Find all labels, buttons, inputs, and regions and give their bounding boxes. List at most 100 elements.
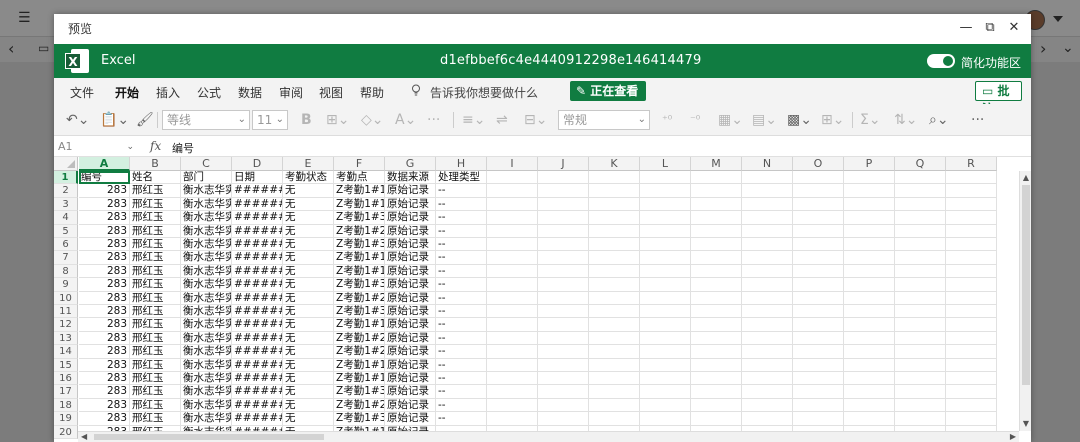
cell[interactable]: Z考勤1#3F <box>334 238 385 252</box>
cell[interactable]: 数据来源 <box>385 171 436 185</box>
cell[interactable] <box>793 171 844 185</box>
cell[interactable] <box>895 398 946 413</box>
formula-input[interactable]: 编号 <box>172 140 194 156</box>
cell[interactable]: Z考勤1#2F <box>334 345 385 359</box>
cell[interactable]: 原始记录 <box>385 412 436 426</box>
cell[interactable] <box>895 171 946 185</box>
cell[interactable]: Z考勤1#2F <box>334 224 385 238</box>
cell[interactable] <box>793 184 844 198</box>
column-header-k[interactable]: K <box>589 157 640 171</box>
cell[interactable]: ####### <box>232 251 283 265</box>
cell[interactable] <box>691 372 742 386</box>
cell[interactable]: ####### <box>232 184 283 198</box>
cell[interactable]: Z考勤1#1F <box>334 264 385 279</box>
cell[interactable] <box>691 224 742 238</box>
cell[interactable]: 姓名 <box>130 171 181 185</box>
row-header[interactable]: 16 <box>54 372 78 386</box>
cell[interactable] <box>742 412 793 426</box>
row-header[interactable]: 8 <box>54 264 78 279</box>
tab-help[interactable]: 帮助 <box>360 84 384 101</box>
cell[interactable] <box>793 331 844 346</box>
cell[interactable]: 考勤状态 <box>283 171 334 185</box>
cell[interactable]: 衡水志华实 <box>181 318 232 332</box>
cell[interactable] <box>793 358 844 372</box>
cell[interactable] <box>742 398 793 413</box>
cell[interactable]: 邢红玉 <box>130 251 181 265</box>
cell[interactable]: 衡水志华实 <box>181 251 232 265</box>
column-header-g[interactable]: G <box>385 157 436 171</box>
cell[interactable] <box>946 264 997 279</box>
sort-filter-icon[interactable]: ⇅⌄ <box>894 111 917 129</box>
cell[interactable] <box>538 197 589 212</box>
cell[interactable] <box>793 197 844 212</box>
cell[interactable] <box>895 238 946 252</box>
scroll-up-icon[interactable]: ▲ <box>1021 173 1031 183</box>
select-all-corner[interactable] <box>54 157 78 171</box>
cell[interactable] <box>640 358 691 372</box>
cell[interactable]: 日期 <box>232 171 283 185</box>
cell[interactable]: 原始记录 <box>385 385 436 399</box>
cell[interactable] <box>844 358 895 372</box>
cell[interactable] <box>895 184 946 198</box>
cell[interactable] <box>793 412 844 426</box>
cell[interactable] <box>589 318 640 332</box>
cell[interactable]: Z考勤1#1F <box>334 251 385 265</box>
cell[interactable]: -- <box>436 184 487 198</box>
row-header[interactable]: 12 <box>54 318 78 332</box>
cell[interactable]: -- <box>436 224 487 238</box>
cell[interactable]: 邢红玉 <box>130 345 181 359</box>
cell[interactable] <box>487 184 538 198</box>
row-header[interactable]: 18 <box>54 398 78 413</box>
cell[interactable]: 邢红玉 <box>130 318 181 332</box>
cell-styles-icon[interactable]: ▩⌄ <box>787 111 812 129</box>
decrease-decimal-icon[interactable]: ⁻⁰ <box>690 111 700 129</box>
cell[interactable] <box>640 224 691 238</box>
cell[interactable]: -- <box>436 251 487 265</box>
cell[interactable]: 邢红玉 <box>130 197 181 212</box>
menu-icon[interactable]: ☰ <box>18 11 31 25</box>
cell[interactable]: 邢红玉 <box>130 211 181 225</box>
cell[interactable] <box>589 385 640 399</box>
cell[interactable] <box>895 224 946 238</box>
conditional-format-icon[interactable]: ▦⌄ <box>718 111 743 129</box>
cell[interactable] <box>487 224 538 238</box>
tab-view[interactable]: 视图 <box>319 84 343 101</box>
cell[interactable] <box>742 184 793 198</box>
cell[interactable] <box>946 385 997 399</box>
cell[interactable] <box>487 412 538 426</box>
cell[interactable]: Z考勤1#2F <box>334 331 385 346</box>
cell[interactable]: -- <box>436 305 487 319</box>
wrap-text-icon[interactable]: ⇌ <box>496 111 508 129</box>
cell[interactable]: ####### <box>232 412 283 426</box>
cell[interactable] <box>538 345 589 359</box>
cell[interactable] <box>895 211 946 225</box>
cell[interactable] <box>640 318 691 332</box>
cell[interactable]: 衡水志华实 <box>181 345 232 359</box>
cell[interactable] <box>844 251 895 265</box>
cell[interactable]: 邢红玉 <box>130 224 181 238</box>
cell[interactable]: -- <box>436 372 487 386</box>
cell[interactable]: 283 <box>79 305 130 319</box>
cell[interactable] <box>691 278 742 292</box>
cell[interactable] <box>538 331 589 346</box>
cell[interactable] <box>793 238 844 252</box>
cell[interactable] <box>538 251 589 265</box>
cell[interactable]: 原始记录 <box>385 184 436 198</box>
scroll-right-icon[interactable]: ▶ <box>1010 432 1016 442</box>
cell[interactable] <box>589 412 640 426</box>
column-header-o[interactable]: O <box>793 157 844 171</box>
row-header[interactable]: 13 <box>54 331 78 346</box>
row-header[interactable]: 19 <box>54 412 78 426</box>
row-header[interactable]: 14 <box>54 345 78 359</box>
paste-icon[interactable]: 📋⌄ <box>100 111 129 129</box>
cell[interactable] <box>946 412 997 426</box>
cell[interactable] <box>793 305 844 319</box>
cell[interactable] <box>640 251 691 265</box>
forward-icon[interactable]: › <box>1040 41 1046 57</box>
cell[interactable] <box>538 264 589 279</box>
cell[interactable] <box>742 238 793 252</box>
cell[interactable]: 无 <box>283 197 334 212</box>
cell[interactable]: 邢红玉 <box>130 278 181 292</box>
cell[interactable]: 无 <box>283 291 334 305</box>
cell[interactable]: 衡水志华实 <box>181 291 232 305</box>
